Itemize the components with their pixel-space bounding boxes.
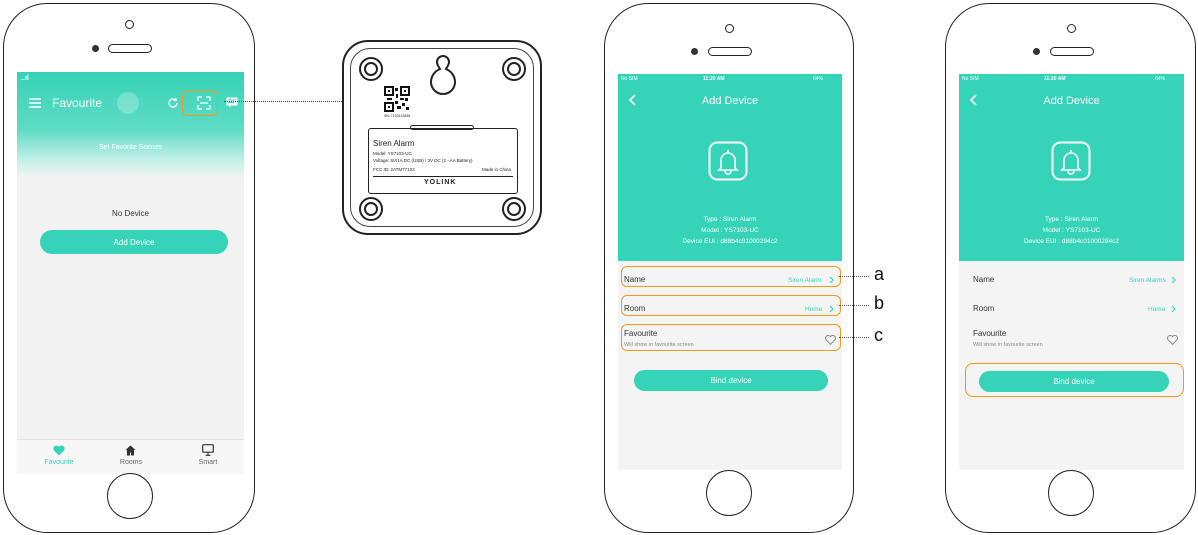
device-made: Made in China [482,167,512,172]
sensor [92,45,99,52]
device-type: Type : Siren Alarm [703,216,757,223]
device-type: Type : Siren Alarm [1044,216,1099,223]
bind-device-button[interactable]: Bind device [634,370,828,391]
add-device-button[interactable]: Add Device [40,230,228,254]
monitor-icon[interactable] [202,444,214,456]
favourite-label: Favourite [973,329,1007,338]
callout-line-b [839,305,869,306]
status-battery: 64% [1155,76,1166,82]
scan-highlight [182,90,218,116]
camera [725,24,734,33]
status-no-sim: No SIM [962,76,979,82]
header-bg [17,72,244,177]
decor-bubble [117,92,139,114]
room-label: Room [973,304,995,313]
camera [125,20,134,29]
name-value[interactable]: Siren Alarms [1129,277,1166,284]
bell-icon [708,141,748,181]
heart-icon[interactable] [53,445,65,456]
device-model: Model : YS7103-UC [701,227,759,234]
home-icon[interactable] [125,445,136,456]
room-value[interactable]: Home [1148,306,1165,313]
status-no-sim: No SIM [621,76,638,82]
device-name: Siren Alarm [373,139,415,148]
screen: ..ıl Favourite Set Favorite Scenes No De… [17,72,244,474]
signal-indicator: ..ıl [21,75,29,82]
camera [1067,24,1076,33]
status-time: 11:20 AM [1044,76,1066,82]
speaker [108,44,152,53]
label-divider [373,176,513,177]
qr-code [384,86,410,112]
screw-tl [359,57,383,81]
phone-3: No SIM 11:20 AM 64% Add Device Type : Si… [945,3,1196,533]
page-title: Add Device [701,95,759,107]
brand-logo: YOLINK [424,179,457,186]
siren-alarm-device: SN: 7103123456 Siren Alarm Model: YS7103… [342,40,542,235]
screen: No SIM 11:20 AM 64% Add Device Type : Si… [959,74,1184,470]
message-icon[interactable] [226,97,238,108]
phone-2: No SIM 11:20 AM 64% Add Device Type : Si… [604,3,854,533]
chevron-right-icon[interactable] [1171,276,1176,284]
heart-outline-icon[interactable] [1167,335,1178,345]
serial-number: SN: 7103123456 [384,114,411,118]
callout-c: c [874,325,883,345]
bell-icon [1051,141,1091,181]
name-highlight [621,266,841,287]
screw-tr [502,57,526,81]
callout-a: a [874,264,885,284]
tab-smart[interactable]: Smart [186,459,230,466]
name-label: Name [973,275,995,284]
status-battery: 64% [813,76,824,82]
room-highlight [621,295,841,316]
speaker [708,47,752,56]
device-model: Model: YS7103-UC [373,151,412,156]
empty-state-text: No Device [112,209,149,218]
bind-highlight [965,363,1184,397]
tab-favourite[interactable]: Favourite [37,459,81,466]
device-voltage: Voltage: 5V/1A DC (USB) / 3V DC (2 - AA … [373,158,473,163]
device-model: Model : YS7103-UC [1042,227,1101,234]
page-title: Favourite [52,96,103,110]
home-button[interactable] [706,470,752,516]
favourite-subtext: Will show in favourite screen [973,342,1043,348]
callout-line-a [839,276,869,277]
home-button[interactable] [107,473,153,519]
page-title: Add Device [1043,95,1100,107]
device-eui: Device EUI : d88b4c01000294c2 [1023,238,1120,245]
screw-br [502,197,526,221]
device-fcc: FCC ID: 2ATM77103 [373,167,415,172]
callout-b: b [874,293,885,313]
settings-panel [618,261,842,470]
home-button[interactable] [1048,470,1094,516]
banner-text[interactable]: Set Favorite Scenes [17,144,244,151]
phone-1: ..ıl Favourite Set Favorite Scenes No De… [3,3,255,533]
screw-bl [359,197,383,221]
speaker [1050,47,1094,56]
hanging-hole [428,54,458,98]
menu-icon[interactable] [29,98,41,108]
status-time: 11:20 AM [703,76,725,82]
sensor [1033,48,1040,55]
tab-rooms[interactable]: Rooms [109,459,153,466]
device-eui: Device EUI : d88b4c01000294c2 [682,238,778,245]
refresh-icon[interactable] [167,97,179,109]
chevron-right-icon[interactable] [1171,305,1176,313]
favourite-highlight [621,324,841,351]
callout-line-c [839,337,869,338]
sensor [691,48,698,55]
